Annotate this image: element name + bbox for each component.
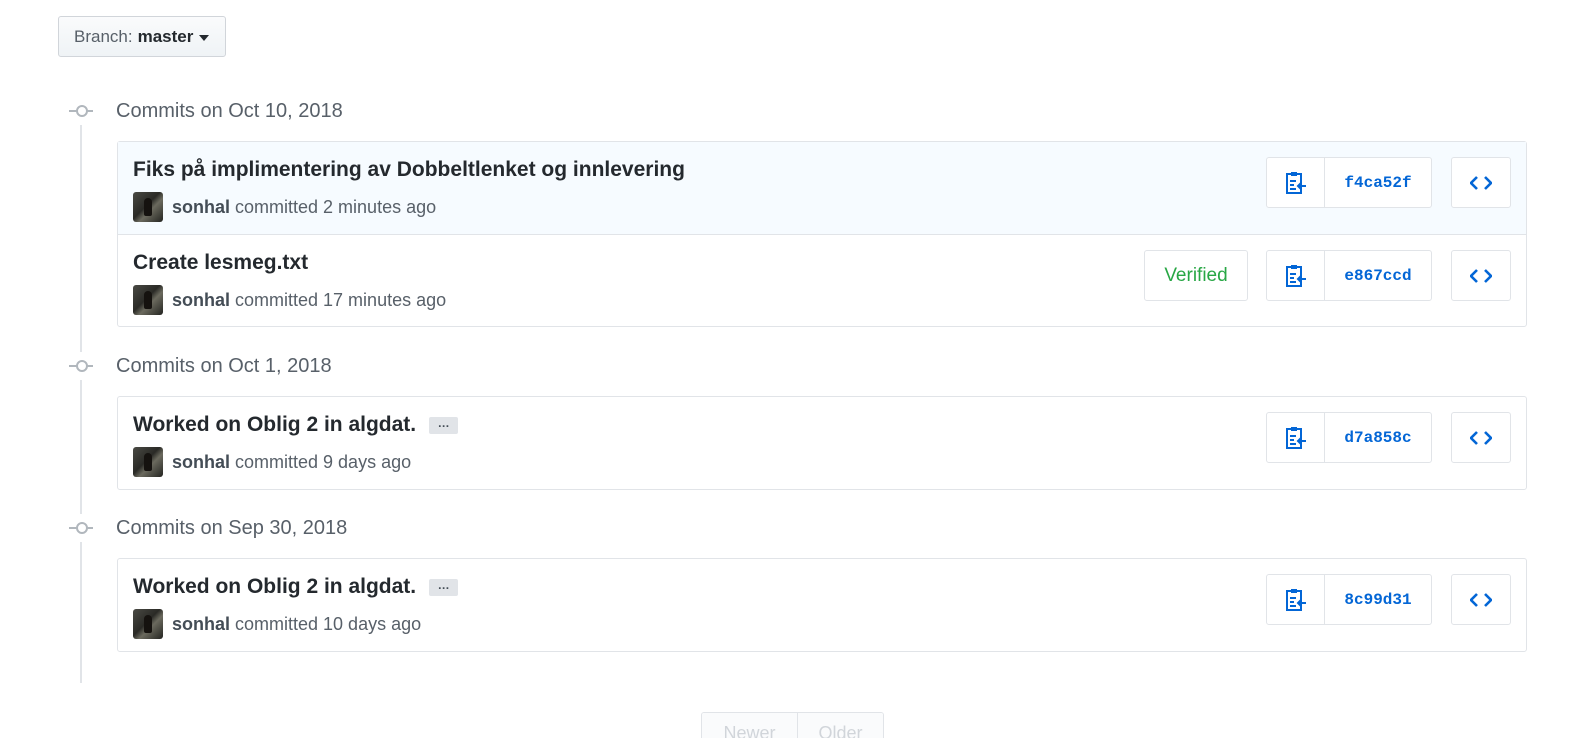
commit-row: Create lesmeg.txt sonhal committed 17 mi… <box>118 234 1526 326</box>
commit-meta: sonhal committed 17 minutes ago <box>133 285 446 315</box>
verified-badge[interactable]: Verified <box>1144 250 1248 301</box>
clipboard-icon <box>1285 426 1306 449</box>
commit-list: Fiks på implimentering av Dobbeltlenket … <box>117 141 1527 327</box>
browse-repo-button[interactable] <box>1451 574 1511 625</box>
commit-list: Worked on Oblig 2 in algdat. … sonhal co… <box>117 558 1527 652</box>
commit-time: committed 10 days ago <box>235 613 422 634</box>
browse-repo-button[interactable] <box>1451 250 1511 301</box>
clipboard-icon <box>1285 171 1306 194</box>
git-commit-icon <box>66 514 96 542</box>
branch-selector-button[interactable]: Branch: master <box>58 16 226 57</box>
pagination: Newer Older <box>701 712 884 738</box>
commit-group-header: Commits on Oct 1, 2018 <box>66 352 332 380</box>
commit-list: Worked on Oblig 2 in algdat. … sonhal co… <box>117 396 1527 490</box>
commit-group-date: Commits on Oct 1, 2018 <box>116 354 332 377</box>
commit-title-link[interactable]: Fiks på implimentering av Dobbeltlenket … <box>133 158 685 182</box>
commit-title-link[interactable]: Worked on Oblig 2 in algdat. <box>133 413 416 437</box>
sha-button-group: f4ca52f <box>1266 157 1432 208</box>
commit-time: committed 17 minutes ago <box>235 289 447 310</box>
browse-repo-button[interactable] <box>1451 157 1511 208</box>
author-link[interactable]: sonhal <box>172 197 230 218</box>
author-link[interactable]: sonhal <box>172 614 230 635</box>
commit-group-header: Commits on Sep 30, 2018 <box>66 514 347 542</box>
expand-message-button[interactable]: … <box>429 578 459 596</box>
commit-meta: sonhal committed 9 days ago <box>133 447 411 477</box>
commit-group-header: Commits on Oct 10, 2018 <box>66 97 343 125</box>
browse-repo-button[interactable] <box>1451 412 1511 463</box>
expand-message-button[interactable]: … <box>429 416 459 434</box>
code-icon <box>1470 268 1492 283</box>
author-link[interactable]: sonhal <box>172 452 230 473</box>
commit-meta: sonhal committed 10 days ago <box>133 609 421 639</box>
avatar[interactable] <box>133 447 163 477</box>
avatar[interactable] <box>133 192 163 222</box>
newer-button[interactable]: Newer <box>702 713 797 738</box>
commit-meta: sonhal committed 2 minutes ago <box>133 192 436 222</box>
copy-sha-button[interactable] <box>1267 413 1325 462</box>
commit-title: Worked on Oblig 2 in algdat. … <box>133 575 459 599</box>
code-icon <box>1470 175 1492 190</box>
copy-sha-button[interactable] <box>1267 251 1325 300</box>
sha-button-group: 8c99d31 <box>1266 574 1432 625</box>
clipboard-icon <box>1285 588 1306 611</box>
commit-time: committed 9 days ago <box>235 451 412 472</box>
copy-sha-button[interactable] <box>1267 575 1325 624</box>
commit-title-link[interactable]: Create lesmeg.txt <box>133 251 308 275</box>
commit-row: Worked on Oblig 2 in algdat. … sonhal co… <box>118 397 1526 489</box>
older-button[interactable]: Older <box>797 713 883 738</box>
git-commit-icon <box>66 352 96 380</box>
caret-down-icon <box>199 34 210 41</box>
commit-group-date: Commits on Oct 10, 2018 <box>116 99 343 122</box>
commits-page: Branch: master Commits on Oct 10, 2018 F… <box>0 0 1569 738</box>
branch-label: Branch: <box>74 26 133 46</box>
sha-button-group: e867ccd <box>1266 250 1432 301</box>
sha-button-group: d7a858c <box>1266 412 1432 463</box>
commit-group-date: Commits on Sep 30, 2018 <box>116 516 348 539</box>
avatar[interactable] <box>133 609 163 639</box>
avatar[interactable] <box>133 285 163 315</box>
timeline-line <box>80 100 82 683</box>
commit-title: Worked on Oblig 2 in algdat. … <box>133 413 459 437</box>
copy-sha-button[interactable] <box>1267 158 1325 207</box>
code-icon <box>1470 592 1492 607</box>
commit-time: committed 2 minutes ago <box>235 196 437 217</box>
commit-sha-link[interactable]: e867ccd <box>1325 251 1431 300</box>
commit-title-link[interactable]: Worked on Oblig 2 in algdat. <box>133 575 416 599</box>
commit-sha-link[interactable]: 8c99d31 <box>1325 575 1431 624</box>
commit-sha-link[interactable]: f4ca52f <box>1325 158 1431 207</box>
git-commit-icon <box>66 97 96 125</box>
clipboard-icon <box>1285 264 1306 287</box>
branch-name: master <box>137 26 194 46</box>
commit-row: Fiks på implimentering av Dobbeltlenket … <box>118 142 1526 234</box>
commit-row: Worked on Oblig 2 in algdat. … sonhal co… <box>118 559 1526 651</box>
author-link[interactable]: sonhal <box>172 290 230 311</box>
commit-sha-link[interactable]: d7a858c <box>1325 413 1431 462</box>
code-icon <box>1470 430 1492 445</box>
